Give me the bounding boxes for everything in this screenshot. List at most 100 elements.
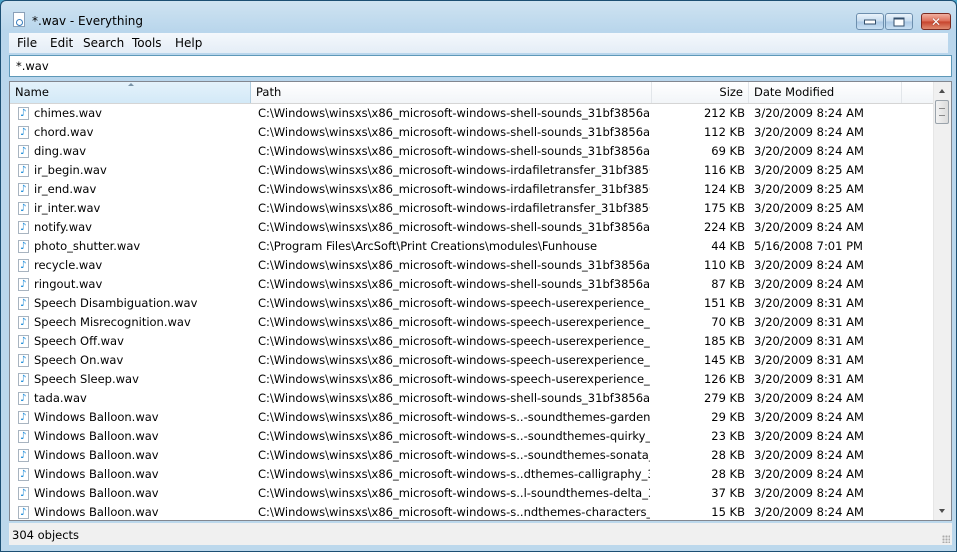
minimize-button[interactable] [856,13,884,30]
file-size: 23 KB [711,429,745,443]
menu-bar: File Edit Search Tools Help [9,33,948,53]
file-size: 116 KB [703,163,745,177]
result-row[interactable]: photo_shutter.wav C:\Program Files\ArcSof… [10,237,934,256]
file-path: C:\Windows\winsxs\x86_microsoft-windows-… [258,429,650,443]
result-row[interactable]: Speech Off.wav C:\Windows\winsxs\x86_micr… [10,332,934,351]
file-path: C:\Windows\winsxs\x86_microsoft-windows-… [258,372,650,386]
maximize-button[interactable] [885,13,913,30]
column-header-path[interactable]: Path [251,82,652,103]
file-path: C:\Windows\winsxs\x86_microsoft-windows-… [258,106,650,120]
wav-file-icon [18,354,29,367]
close-button[interactable]: ✕ [921,13,951,30]
result-row[interactable]: Speech Disambiguation.wav C:\Windows\wins… [10,294,934,313]
wav-file-icon [18,107,29,120]
wav-file-icon [18,449,29,462]
file-name: Speech On.wav [34,353,124,367]
file-path: C:\Windows\winsxs\x86_microsoft-windows-… [258,353,650,367]
result-row[interactable]: recycle.wav C:\Windows\winsxs\x86_microso… [10,256,934,275]
result-row[interactable]: Speech On.wav C:\Windows\winsxs\x86_micro… [10,351,934,370]
result-row[interactable]: notify.wav C:\Windows\winsxs\x86_microsof… [10,218,934,237]
result-row[interactable]: Windows Balloon.wav C:\Windows\winsxs\x86… [10,446,934,465]
title-bar[interactable]: *.wav - Everything ✕ [1,1,956,33]
scrollbar-thumb[interactable] [935,100,949,124]
file-name: Windows Balloon.wav [34,467,159,481]
file-name: chord.wav [34,125,94,139]
file-size: 15 KB [711,505,745,519]
result-row[interactable]: ir_begin.wav C:\Windows\winsxs\x86_micros… [10,161,934,180]
column-name-label: Name [15,85,49,99]
file-size: 44 KB [711,239,745,253]
app-window: *.wav - Everything ✕ File Edit Search To… [0,0,957,552]
scroll-up-button[interactable] [934,82,951,99]
result-row[interactable]: Windows Balloon.wav C:\Windows\winsxs\x86… [10,408,934,427]
file-path: C:\Windows\winsxs\x86_microsoft-windows-… [258,334,650,348]
file-name: Windows Balloon.wav [34,505,159,519]
search-box[interactable] [9,55,952,77]
file-name: Speech Disambiguation.wav [34,296,198,310]
file-size: 124 KB [703,182,745,196]
date-modified: 3/20/2009 8:24 AM [754,467,864,481]
wav-file-icon [18,373,29,386]
result-row[interactable]: ringout.wav C:\Windows\winsxs\x86_microso… [10,275,934,294]
file-path: C:\Windows\winsxs\x86_microsoft-windows-… [258,486,650,500]
file-path: C:\Windows\winsxs\x86_microsoft-windows-… [258,391,650,405]
result-row[interactable]: Speech Sleep.wav C:\Windows\winsxs\x86_mi… [10,370,934,389]
column-header-name[interactable]: Name [10,82,251,103]
menu-file[interactable]: File [17,36,37,50]
result-row[interactable]: ir_end.wav C:\Windows\winsxs\x86_microsof… [10,180,934,199]
column-header-date-modified[interactable]: Date Modified [749,82,902,103]
wav-file-icon [18,487,29,500]
file-path: C:\Windows\winsxs\x86_microsoft-windows-… [258,182,650,196]
file-name: Windows Balloon.wav [34,429,159,443]
date-modified: 3/20/2009 8:25 AM [754,163,864,177]
date-modified: 3/20/2009 8:25 AM [754,182,864,196]
wav-file-icon [18,335,29,348]
result-row[interactable]: chord.wav C:\Windows\winsxs\x86_microsoft… [10,123,934,142]
date-modified: 3/20/2009 8:24 AM [754,220,864,234]
wav-file-icon [18,221,29,234]
file-name: Windows Balloon.wav [34,448,159,462]
file-path: C:\Windows\winsxs\x86_microsoft-windows-… [258,258,650,272]
status-bar: 304 objects [9,523,952,545]
minimize-icon [864,19,876,24]
file-name: Speech Sleep.wav [34,372,139,386]
result-row[interactable]: ir_inter.wav C:\Windows\winsxs\x86_micros… [10,199,934,218]
file-path: C:\Windows\winsxs\x86_microsoft-windows-… [258,125,650,139]
result-row[interactable]: Speech Misrecognition.wav C:\Windows\wins… [10,313,934,332]
result-row[interactable]: tada.wav C:\Windows\winsxs\x86_microsoft-… [10,389,934,408]
scroll-down-button[interactable] [934,503,951,520]
column-header-size[interactable]: Size [652,82,749,103]
file-name: photo_shutter.wav [34,239,141,253]
result-row[interactable]: Windows Balloon.wav C:\Windows\winsxs\x86… [10,465,934,484]
wav-file-icon [18,430,29,443]
file-name: chimes.wav [34,106,102,120]
menu-edit[interactable]: Edit [50,36,73,50]
date-modified: 3/20/2009 8:24 AM [754,106,864,120]
vertical-scrollbar[interactable] [933,82,951,520]
file-path: C:\Windows\winsxs\x86_microsoft-windows-… [258,467,650,481]
file-size: 70 KB [711,315,745,329]
file-name: ir_inter.wav [34,201,101,215]
column-header: Name Path Size Date Modified [10,82,934,104]
resize-grip-icon[interactable] [942,535,950,543]
result-row[interactable]: ding.wav C:\Windows\winsxs\x86_microsoft-… [10,142,934,161]
file-size: 126 KB [703,372,745,386]
search-input[interactable] [16,59,916,73]
file-name: ir_begin.wav [34,163,107,177]
result-row[interactable]: Windows Balloon.wav C:\Windows\winsxs\x86… [10,427,934,446]
result-row[interactable]: chimes.wav C:\Windows\winsxs\x86_microsof… [10,104,934,123]
file-path: C:\Windows\winsxs\x86_microsoft-windows-… [258,163,650,177]
menu-search[interactable]: Search [83,36,124,50]
result-row[interactable]: Windows Balloon.wav C:\Windows\winsxs\x86… [10,484,934,503]
file-name: ringout.wav [34,277,103,291]
menu-help[interactable]: Help [175,36,202,50]
file-size: 185 KB [703,334,745,348]
file-size: 112 KB [703,125,745,139]
column-date-label: Date Modified [754,85,835,99]
file-size: 69 KB [711,144,745,158]
everything-app-icon [13,12,25,27]
wav-file-icon [18,411,29,424]
wav-file-icon [18,297,29,310]
menu-tools[interactable]: Tools [132,36,162,50]
result-row[interactable]: Windows Balloon.wav C:\Windows\winsxs\x86… [10,503,934,520]
